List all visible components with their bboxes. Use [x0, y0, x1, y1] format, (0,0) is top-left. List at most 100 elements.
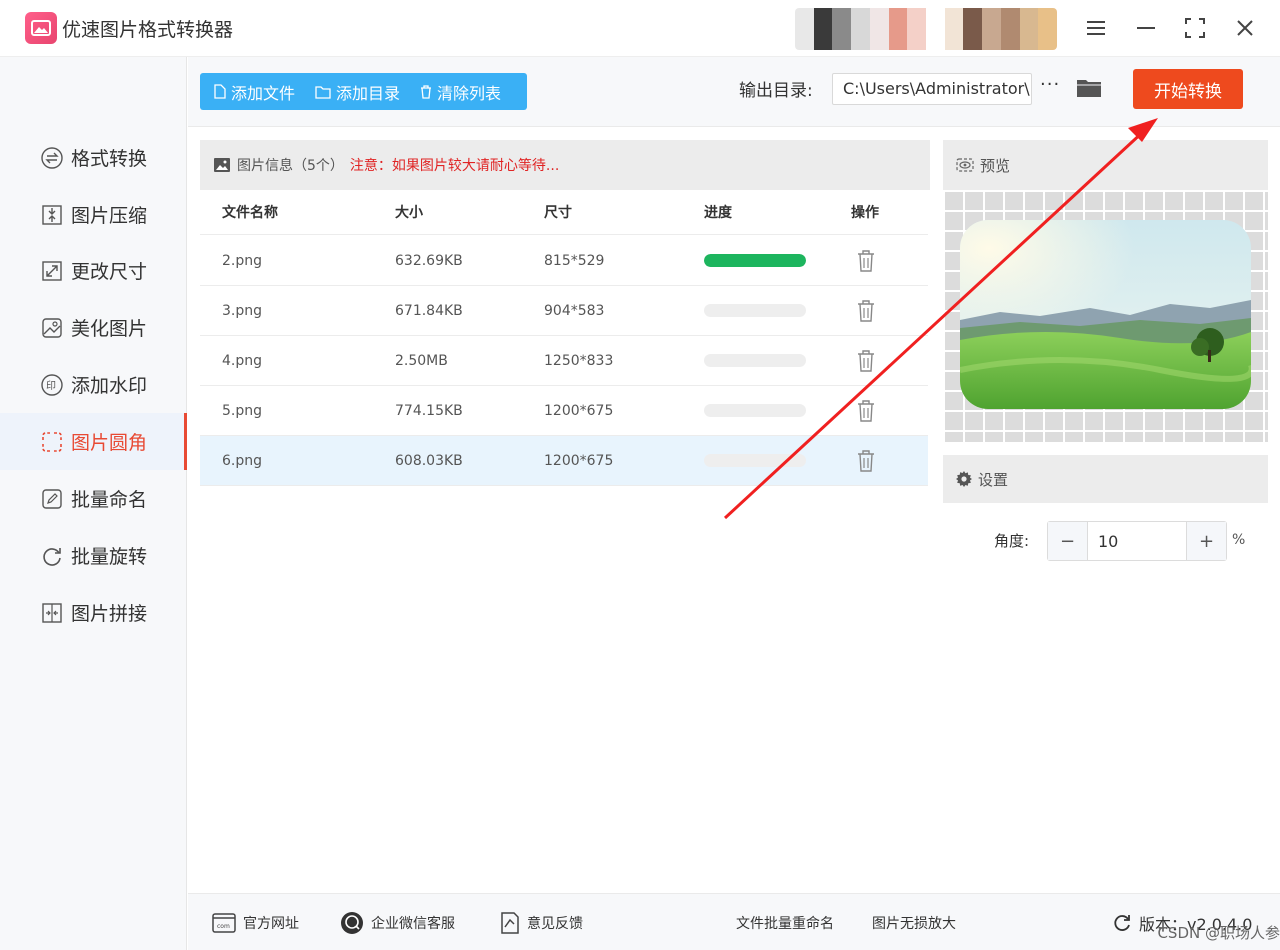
action-cell [851, 236, 875, 285]
table-row[interactable]: 5.png 774.15KB 1200*675 [200, 386, 928, 436]
increment-button[interactable]: + [1186, 522, 1226, 560]
add-folder-label: 添加目录 [336, 83, 401, 103]
delete-icon[interactable] [857, 449, 875, 472]
minimize-icon[interactable] [1130, 12, 1162, 44]
more-button[interactable]: ··· [1040, 74, 1060, 95]
delete-icon[interactable] [857, 299, 875, 322]
sidebar-item-beautify[interactable]: 美化图片 [0, 299, 187, 356]
website-icon: com [212, 912, 236, 933]
preview-panel: 预览 [943, 140, 1268, 442]
folder-outline-icon [315, 85, 331, 99]
progress-bar [704, 454, 806, 467]
angle-unit: % [1232, 532, 1246, 548]
user-avatar-blurred[interactable] [795, 8, 1057, 50]
table-header: 文件名称 大小 尺寸 进度 操作 [200, 190, 928, 235]
sidebar-item-format[interactable]: 格式转换 [0, 129, 187, 186]
table-row[interactable]: 3.png 671.84KB 904*583 [200, 286, 928, 336]
watermark-icon: 印 [40, 373, 64, 397]
progress-cell [704, 236, 806, 285]
sidebar-item-label: 图片压缩 [71, 205, 148, 227]
clear-list-button[interactable]: 清除列表 [410, 73, 511, 110]
progress-bar [704, 304, 806, 317]
resize-icon [40, 259, 64, 283]
sidebar-item-compress[interactable]: 图片压缩 [0, 186, 187, 243]
table-row[interactable]: 2.png 632.69KB 815*529 [200, 236, 928, 286]
progress-cell [704, 436, 806, 485]
feedback-icon [500, 911, 520, 934]
maximize-icon[interactable] [1179, 12, 1211, 44]
delete-icon[interactable] [857, 349, 875, 372]
lossless-upscale-link[interactable]: 图片无损放大 [872, 894, 956, 950]
column-header-name: 文件名称 [222, 205, 278, 221]
add-folder-button[interactable]: 添加目录 [305, 73, 410, 110]
progress-cell [704, 286, 806, 335]
svg-text:印: 印 [46, 380, 56, 392]
start-convert-button[interactable]: 开始转换 [1133, 69, 1243, 109]
app-title: 优速图片格式转换器 [62, 19, 234, 41]
file-panel-header: 图片信息（5个） 注意：如果图片较大请耐心等待... [200, 140, 930, 190]
action-cell [851, 336, 875, 385]
image-icon [213, 157, 231, 173]
preview-canvas [943, 190, 1268, 442]
output-dir-label: 输出目录: [739, 81, 813, 101]
menu-icon[interactable] [1080, 12, 1112, 44]
settings-header: 设置 [943, 455, 1268, 503]
svg-text:com: com [217, 923, 230, 930]
file-icon [214, 84, 226, 99]
file-dimensions: 1200*675 [544, 452, 614, 469]
settings-panel: 设置 角度: − 10 + % [943, 455, 1268, 873]
file-button-group: 添加文件 添加目录 清除列表 [200, 73, 527, 110]
sidebar: 格式转换 图片压缩 更改尺寸 美化图片 印 添加水印 图片圆角 批量命名 批量旋… [0, 57, 187, 950]
file-dimensions: 815*529 [544, 252, 605, 269]
angle-input[interactable]: 10 [1088, 522, 1186, 560]
delete-icon[interactable] [857, 399, 875, 422]
feedback-link[interactable]: 意见反馈 [500, 894, 583, 950]
folder-icon[interactable] [1076, 77, 1102, 102]
sidebar-item-label: 图片圆角 [71, 432, 148, 454]
table-row[interactable]: 6.png 608.03KB 1200*675 [200, 436, 928, 486]
progress-bar [704, 254, 806, 267]
website-link[interactable]: com 官方网址 [212, 894, 299, 950]
action-cell [851, 286, 875, 335]
column-header-size: 大小 [395, 205, 423, 221]
progress-fill [704, 254, 806, 267]
eye-icon [956, 158, 974, 172]
footer: com 官方网址 企业微信客服 意见反馈 文件批量重命名 图片无损放大 版本：v… [188, 893, 1280, 950]
file-name: 3.png [222, 302, 263, 319]
toolbar: 添加文件 添加目录 清除列表 输出目录: C:\Users\Administra… [188, 57, 1280, 127]
angle-stepper: − 10 + [1047, 521, 1227, 561]
file-name: 6.png [222, 452, 263, 469]
decrement-button[interactable]: − [1048, 522, 1088, 560]
beautify-icon [40, 316, 64, 340]
action-cell [851, 436, 875, 485]
sidebar-item-rounded-corner[interactable]: 图片圆角 [0, 413, 187, 470]
wechat-icon [340, 911, 364, 935]
sidebar-item-label: 批量旋转 [71, 546, 148, 568]
delete-icon[interactable] [857, 249, 875, 272]
output-dir-field[interactable]: C:\Users\Administrator\ [832, 73, 1032, 105]
sidebar-item-resize[interactable]: 更改尺寸 [0, 242, 187, 299]
swap-circle-icon [40, 146, 64, 170]
preview-image [960, 220, 1251, 409]
column-header-dims: 尺寸 [544, 205, 572, 221]
file-size: 671.84KB [395, 302, 463, 319]
sidebar-item-splice[interactable]: 图片拼接 [0, 584, 187, 641]
angle-label: 角度: [994, 532, 1030, 550]
wechat-service-link[interactable]: 企业微信客服 [340, 894, 455, 950]
file-size: 632.69KB [395, 252, 463, 269]
sidebar-item-rotate[interactable]: 批量旋转 [0, 527, 187, 584]
close-icon[interactable] [1229, 12, 1261, 44]
website-label: 官方网址 [243, 915, 299, 932]
table-row[interactable]: 4.png 2.50MB 1250*833 [200, 336, 928, 386]
sidebar-item-watermark[interactable]: 印 添加水印 [0, 356, 187, 413]
notice-text: 注意：如果图片较大请耐心等待... [349, 158, 560, 174]
clear-list-label: 清除列表 [437, 83, 502, 103]
batch-rename-link[interactable]: 文件批量重命名 [736, 894, 834, 950]
feedback-label: 意见反馈 [527, 915, 583, 932]
splice-icon [40, 601, 64, 625]
add-file-button[interactable]: 添加文件 [200, 73, 305, 110]
sidebar-item-rename[interactable]: 批量命名 [0, 470, 187, 527]
file-dimensions: 904*583 [544, 302, 605, 319]
file-size: 2.50MB [395, 352, 448, 369]
progress-cell [704, 386, 806, 435]
